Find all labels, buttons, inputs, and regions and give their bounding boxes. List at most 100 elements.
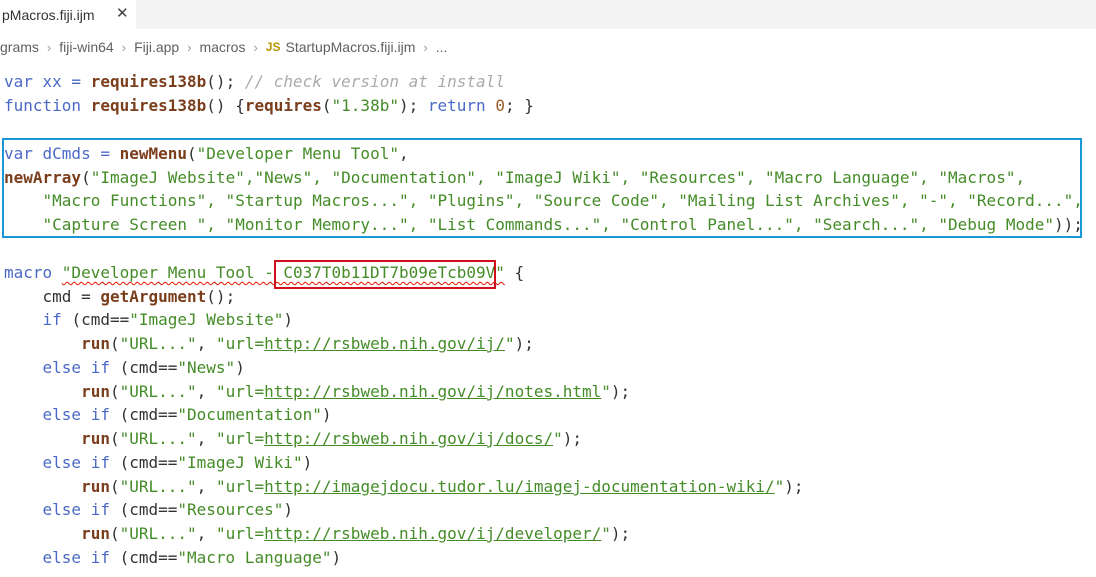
code-line-1: var xx = requires138b(); // check versio… [4, 70, 505, 93]
code-string: "url= [215, 382, 265, 401]
code-token: ) [283, 500, 293, 519]
code-token: if [4, 310, 72, 329]
code-string: "Resources" [177, 500, 284, 519]
code-string: "News" [177, 358, 236, 377]
code-token: (cmd== [119, 405, 178, 424]
code-line-18: run("URL...", "url=http://imagejdocu.tud… [4, 475, 804, 498]
code-string: "URL..." [119, 334, 197, 353]
url-link[interactable]: http://rsbweb.nih.gov/ij/docs/ [264, 429, 553, 448]
code-token: (cmd== [119, 548, 178, 567]
code-token: () { [206, 96, 245, 115]
url-link[interactable]: http://rsbweb.nih.gov/ij/developer/ [264, 524, 601, 543]
url-link[interactable]: http://rsbweb.nih.gov/ij/notes.html [264, 382, 601, 401]
breadcrumb-item-file[interactable]: StartupMacros.fiji.ijm [285, 39, 415, 55]
code-string: "URL..." [119, 382, 197, 401]
breadcrumb-item-fiji-app[interactable]: Fiji.app [134, 39, 179, 55]
code-string: "url= [215, 429, 265, 448]
code-token: ( [321, 96, 332, 115]
code-string: "Documentation" [177, 405, 322, 424]
code-string: "URL..." [119, 524, 197, 543]
code-token: var xx = [4, 72, 91, 91]
code-string: " [504, 334, 515, 353]
code-token: run [81, 477, 110, 496]
code-string: "URL..." [119, 477, 197, 496]
code-line-15: else if (cmd=="Documentation") [4, 403, 332, 426]
code-token: else if [4, 548, 120, 567]
highlight-box-menu-definition [2, 138, 1082, 238]
code-number: 0 [495, 96, 505, 115]
code-token: ); [398, 96, 428, 115]
code-token: return [427, 96, 496, 115]
code-token: { [504, 263, 525, 282]
tab-title: pMacros.fiji.ijm [2, 6, 95, 23]
code-string: "url= [215, 477, 265, 496]
code-token: , [196, 382, 216, 401]
chevron-right-icon: › [423, 39, 428, 55]
code-token: ) [331, 548, 342, 567]
code-string: "url= [215, 524, 265, 543]
code-token: (cmd== [71, 310, 130, 329]
chevron-right-icon: › [121, 39, 127, 55]
code-token: ) [302, 453, 313, 472]
close-icon[interactable]: ✕ [116, 4, 129, 22]
code-line-10: cmd = getArgument(); [4, 285, 236, 308]
code-string: "ImageJ Wiki" [177, 453, 303, 472]
chevron-right-icon: › [46, 39, 52, 55]
code-token: ); [610, 524, 631, 543]
code-string: "1.38b" [331, 96, 399, 115]
code-line-13: else if (cmd=="News") [4, 356, 245, 379]
code-token: ); [514, 334, 534, 353]
code-token: requires138b [90, 96, 207, 115]
code-token: ); [784, 477, 804, 496]
code-string: "url= [215, 334, 265, 353]
code-string: " [774, 477, 785, 496]
code-token: else if [4, 500, 120, 519]
code-line-19: else if (cmd=="Resources") [4, 498, 293, 521]
code-token: function [4, 96, 91, 115]
code-token: else if [4, 453, 120, 472]
code-line-11: if (cmd=="ImageJ Website") [4, 308, 293, 331]
breadcrumb-item-macros[interactable]: macros [200, 39, 246, 55]
code-token: macro [4, 263, 62, 282]
code-token: run [81, 524, 110, 543]
chevron-right-icon: › [187, 39, 192, 55]
editor-tab-bar: pMacros.fiji.ijm ✕ [0, 0, 1096, 29]
code-token: ( [109, 334, 120, 353]
code-token: ; } [504, 96, 534, 115]
code-token: (); [206, 287, 236, 306]
code-token: ) [321, 405, 332, 424]
code-token: ) [283, 310, 293, 329]
breadcrumb-item-programs[interactable]: grams [0, 39, 39, 55]
code-token: requires138b [90, 72, 207, 91]
code-token: run [81, 429, 110, 448]
code-token: , [196, 334, 216, 353]
code-string: " [601, 382, 611, 401]
url-link[interactable]: http://rsbweb.nih.gov/ij/ [264, 334, 505, 353]
code-line-20: run("URL...", "url=http://rsbweb.nih.gov… [4, 522, 630, 545]
code-token: (cmd== [119, 453, 178, 472]
breadcrumb-more[interactable]: ... [436, 39, 448, 55]
url-link[interactable]: http://imagejdocu.tudor.lu/imagej-docume… [264, 477, 775, 496]
code-token: (); [206, 72, 245, 91]
code-token: (cmd== [119, 500, 178, 519]
code-token: ); [562, 429, 582, 448]
code-token: , [196, 524, 216, 543]
code-line-12: run("URL...", "url=http://rsbweb.nih.gov… [4, 332, 534, 355]
code-token: requires [244, 96, 322, 115]
code-token: ) [235, 358, 245, 377]
code-string: "URL..." [119, 429, 197, 448]
code-token: ( [109, 429, 120, 448]
code-token: (cmd== [119, 358, 178, 377]
code-token: run [81, 334, 110, 353]
code-string: "ImageJ Website" [129, 310, 284, 329]
code-line-17: else if (cmd=="ImageJ Wiki") [4, 451, 313, 474]
code-line-14: run("URL...", "url=http://rsbweb.nih.gov… [4, 380, 630, 403]
chevron-right-icon: › [253, 39, 258, 55]
code-token: , [196, 477, 216, 496]
breadcrumb-item-fiji-win64[interactable]: fiji-win64 [59, 39, 113, 55]
